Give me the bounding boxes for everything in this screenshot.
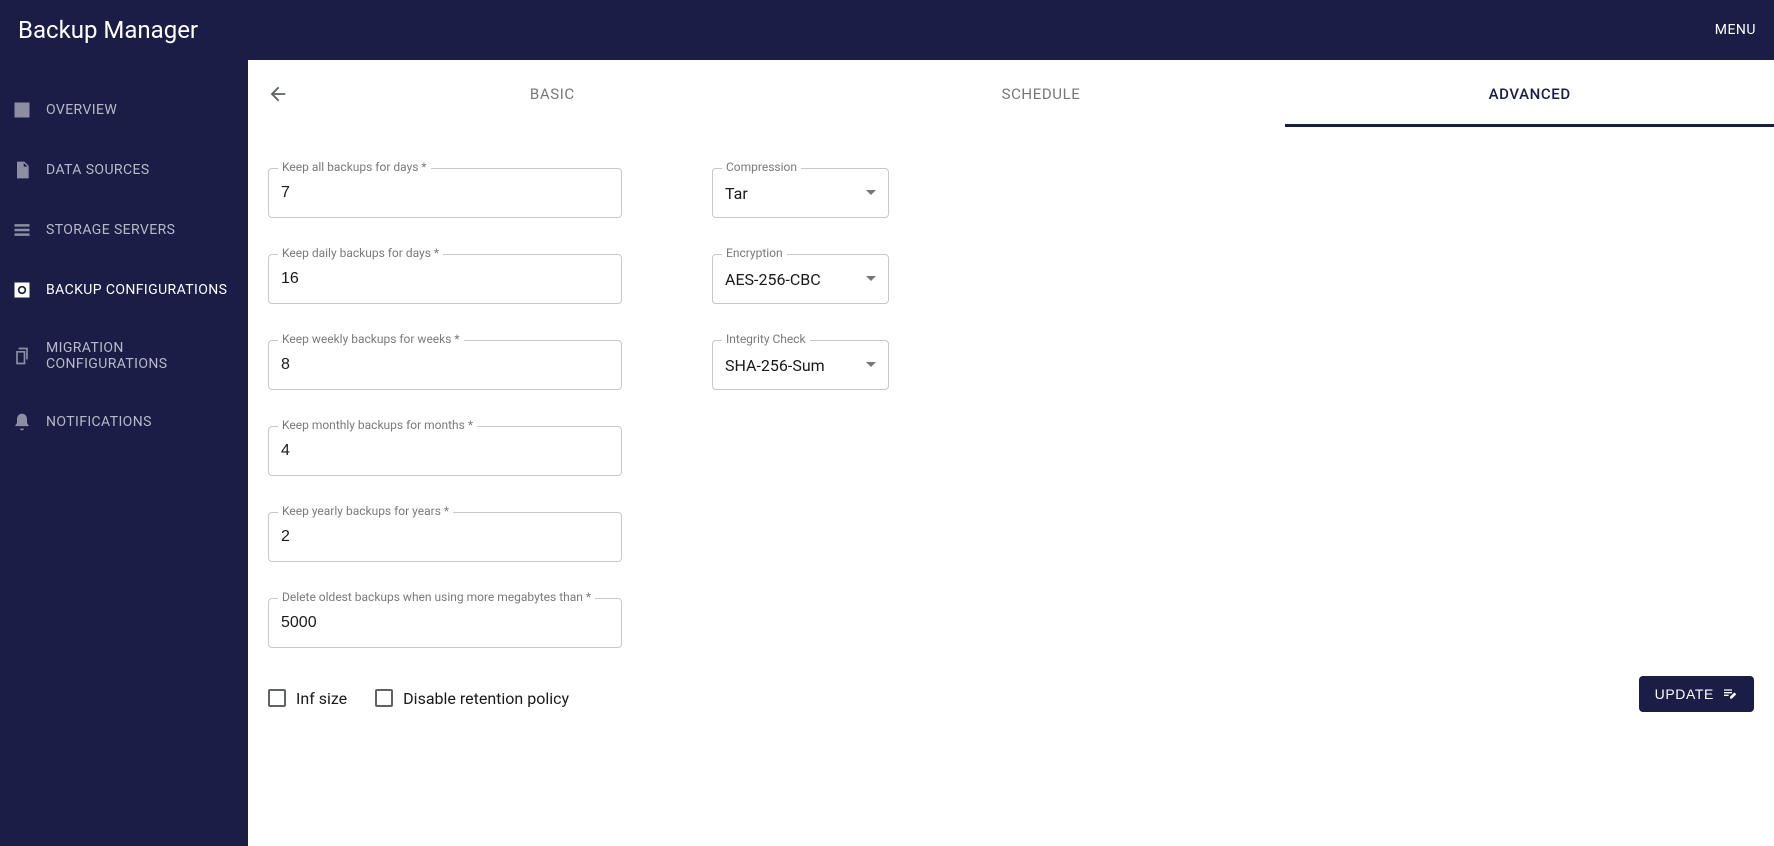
tab-schedule[interactable]: SCHEDULE bbox=[797, 60, 1286, 127]
disable-retention-checkbox[interactable]: Disable retention policy bbox=[375, 689, 569, 708]
keep-weekly-weeks-input[interactable] bbox=[268, 340, 622, 390]
field-label: Delete oldest backups when using more me… bbox=[278, 590, 595, 604]
select-value: AES-256-CBC bbox=[725, 270, 821, 289]
sidebar-item-overview[interactable]: OVERVIEW bbox=[0, 80, 248, 140]
sidebar-item-data-sources[interactable]: DATA SOURCES bbox=[0, 140, 248, 200]
checkbox-label: Disable retention policy bbox=[403, 689, 569, 708]
menu-button[interactable]: MENU bbox=[1715, 22, 1756, 38]
field-label: Keep yearly backups for years * bbox=[278, 504, 453, 518]
field-keep-yearly-years: Keep yearly backups for years * bbox=[268, 512, 622, 562]
copy-icon bbox=[12, 346, 32, 366]
sidebar-item-migration-configurations[interactable]: MIGRATION CONFIGURATIONS bbox=[0, 320, 248, 392]
field-label: Compression bbox=[722, 160, 801, 174]
field-label: Keep weekly backups for weeks * bbox=[278, 332, 464, 346]
edit-note-icon bbox=[1722, 686, 1738, 702]
chevron-down-icon bbox=[866, 274, 876, 284]
button-label: UPDATE bbox=[1655, 686, 1714, 702]
field-keep-daily-days: Keep daily backups for days * bbox=[268, 254, 622, 304]
compression-select[interactable]: Tar bbox=[712, 168, 889, 218]
form-column-left: Keep all backups for days * Keep daily b… bbox=[268, 168, 622, 648]
content: BASIC SCHEDULE ADVANCED Keep all backups… bbox=[248, 60, 1774, 846]
integrity-check-select[interactable]: SHA-256-Sum bbox=[712, 340, 889, 390]
topbar: Backup Manager MENU bbox=[0, 0, 1774, 60]
encryption-select[interactable]: AES-256-CBC bbox=[712, 254, 889, 304]
file-icon bbox=[12, 160, 32, 180]
footer-row: Inf size Disable retention policy UPDATE bbox=[248, 676, 1774, 712]
app-title: Backup Manager bbox=[18, 16, 198, 44]
checkbox-box-icon bbox=[268, 689, 286, 707]
sidebar-item-label: DATA SOURCES bbox=[46, 162, 150, 178]
sidebar: OVERVIEW DATA SOURCES STORAGE SERVERS BA… bbox=[0, 60, 248, 846]
back-button[interactable] bbox=[248, 83, 308, 105]
delete-oldest-mb-input[interactable] bbox=[268, 598, 622, 648]
sidebar-item-backup-configurations[interactable]: BACKUP CONFIGURATIONS bbox=[0, 260, 248, 320]
tabs: BASIC SCHEDULE ADVANCED bbox=[308, 60, 1774, 127]
sidebar-item-label: MIGRATION CONFIGURATIONS bbox=[46, 340, 236, 372]
arrow-left-icon bbox=[267, 83, 289, 105]
checkbox-box-icon bbox=[375, 689, 393, 707]
field-keep-weekly-weeks: Keep weekly backups for weeks * bbox=[268, 340, 622, 390]
tab-advanced[interactable]: ADVANCED bbox=[1285, 60, 1774, 127]
gear-box-icon bbox=[12, 280, 32, 300]
chevron-down-icon bbox=[866, 360, 876, 370]
sidebar-item-label: BACKUP CONFIGURATIONS bbox=[46, 282, 227, 298]
sidebar-item-notifications[interactable]: NOTIFICATIONS bbox=[0, 392, 248, 452]
checks-row: Inf size Disable retention policy bbox=[268, 689, 569, 708]
bell-icon bbox=[12, 412, 32, 432]
tab-basic[interactable]: BASIC bbox=[308, 60, 797, 127]
field-label: Encryption bbox=[722, 246, 787, 260]
field-compression: Compression Tar bbox=[712, 168, 889, 218]
inf-size-checkbox[interactable]: Inf size bbox=[268, 689, 347, 708]
field-label: Keep monthly backups for months * bbox=[278, 418, 477, 432]
field-keep-all-days: Keep all backups for days * bbox=[268, 168, 622, 218]
keep-daily-days-input[interactable] bbox=[268, 254, 622, 304]
update-button[interactable]: UPDATE bbox=[1639, 676, 1754, 712]
field-label: Integrity Check bbox=[722, 332, 810, 346]
tabs-row: BASIC SCHEDULE ADVANCED bbox=[248, 60, 1774, 128]
select-value: Tar bbox=[725, 184, 748, 203]
keep-monthly-months-input[interactable] bbox=[268, 426, 622, 476]
keep-all-days-input[interactable] bbox=[268, 168, 622, 218]
field-delete-oldest-mb: Delete oldest backups when using more me… bbox=[268, 598, 622, 648]
checkbox-label: Inf size bbox=[296, 689, 347, 708]
field-encryption: Encryption AES-256-CBC bbox=[712, 254, 889, 304]
sidebar-item-label: NOTIFICATIONS bbox=[46, 414, 152, 430]
list-icon bbox=[12, 220, 32, 240]
field-label: Keep daily backups for days * bbox=[278, 246, 443, 260]
field-label: Keep all backups for days * bbox=[278, 160, 431, 174]
field-keep-monthly-months: Keep monthly backups for months * bbox=[268, 426, 622, 476]
sidebar-item-label: STORAGE SERVERS bbox=[46, 222, 175, 238]
chart-bar-icon bbox=[12, 100, 32, 120]
sidebar-item-label: OVERVIEW bbox=[46, 102, 117, 118]
sidebar-item-storage-servers[interactable]: STORAGE SERVERS bbox=[0, 200, 248, 260]
field-integrity-check: Integrity Check SHA-256-Sum bbox=[712, 340, 889, 390]
keep-yearly-years-input[interactable] bbox=[268, 512, 622, 562]
form-column-right: Compression Tar Encryption AES-256-CBC I… bbox=[712, 168, 889, 648]
chevron-down-icon bbox=[866, 188, 876, 198]
form-area: Keep all backups for days * Keep daily b… bbox=[248, 128, 1774, 668]
select-value: SHA-256-Sum bbox=[725, 356, 825, 375]
